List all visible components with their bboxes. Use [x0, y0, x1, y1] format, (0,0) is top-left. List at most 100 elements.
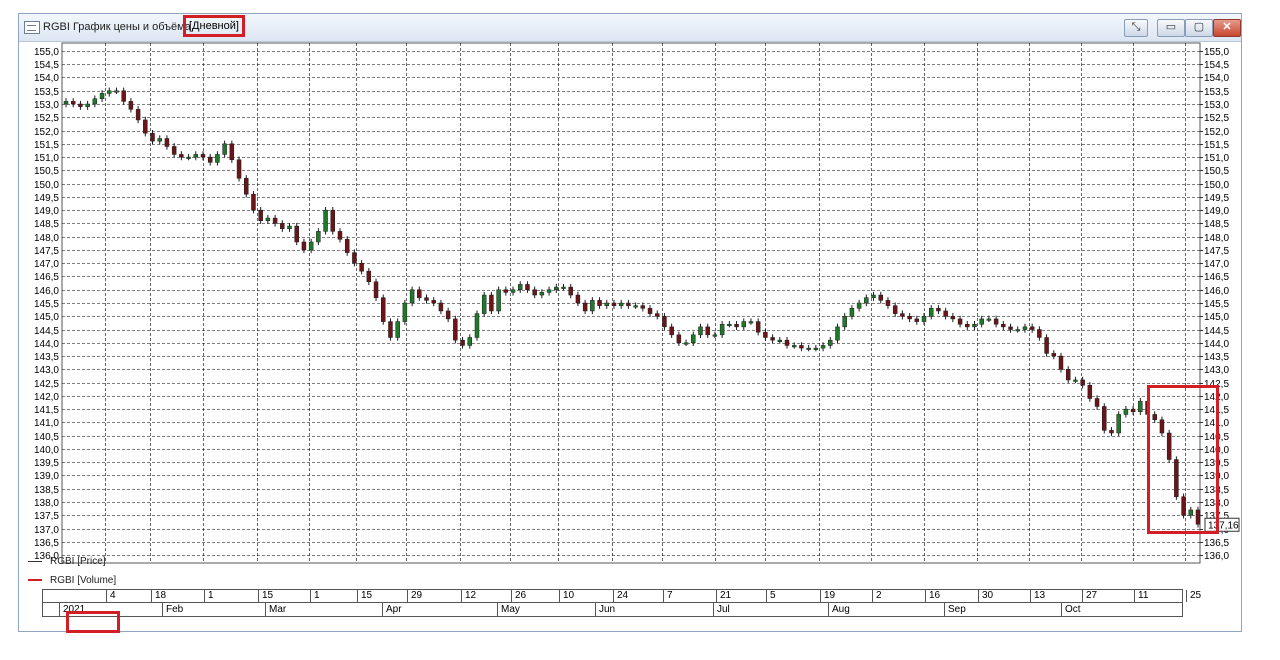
y-tick-label-left: 147,0 — [34, 259, 59, 270]
candle-body — [179, 154, 184, 158]
candle-body — [445, 310, 451, 320]
y-tick-label-right: 147,5 — [1204, 246, 1229, 257]
candle-body — [568, 286, 573, 296]
month-label: Oct — [1061, 603, 1081, 616]
candle-body — [734, 323, 739, 328]
y-tick-label-right: 145,0 — [1204, 312, 1229, 323]
candle-body — [92, 98, 98, 105]
y-tick-label-right: 148,5 — [1204, 219, 1229, 230]
candle-body — [481, 294, 487, 314]
candle-body — [157, 138, 162, 142]
candle-body — [806, 347, 811, 350]
candle-body — [914, 318, 920, 322]
candle-body — [395, 321, 400, 338]
candle-body — [842, 316, 847, 328]
date-tick-label: 5 — [766, 590, 776, 602]
candle-body — [1037, 329, 1042, 338]
y-tick-label-left: 154,5 — [34, 60, 59, 71]
candle-body — [359, 262, 364, 272]
candle-body — [330, 209, 336, 232]
candle-body — [1065, 369, 1071, 381]
candle-body — [525, 284, 530, 290]
candle-body — [222, 143, 227, 155]
date-tick-label: 10 — [559, 590, 574, 602]
date-tick-label: 7 — [663, 590, 673, 602]
candle-body — [655, 313, 660, 317]
candle-body — [871, 294, 876, 298]
candle-body — [164, 138, 170, 147]
candle-body — [539, 292, 545, 296]
y-tick-label-left: 151,5 — [34, 140, 59, 151]
candle-body — [993, 318, 999, 325]
candle-body — [107, 90, 112, 94]
month-label: Jun — [595, 603, 615, 616]
candle-body — [337, 231, 343, 240]
candle-body — [1001, 323, 1006, 328]
candle-body — [287, 225, 292, 229]
candle-body — [1102, 406, 1107, 431]
time-axis[interactable]: 4 18 1 15 1 15 29 12 26 10 24 7 21 5 19 2 16 30 13 27 11 25 2… — [42, 589, 1201, 617]
candle-body — [921, 316, 927, 322]
candle-body — [1073, 379, 1078, 382]
candle-body — [554, 286, 559, 290]
candle-body — [885, 300, 891, 306]
candle-body — [1029, 326, 1035, 330]
candle-body — [719, 323, 725, 336]
candle-body — [864, 297, 869, 304]
legend-volume-label: RGBI [Volume] — [50, 575, 117, 586]
candle-body — [1116, 414, 1121, 434]
candle-body — [373, 281, 379, 298]
y-tick-label-left: 143,5 — [34, 352, 59, 363]
y-tick-label-left: 153,5 — [34, 87, 59, 98]
candle-body — [121, 90, 126, 102]
y-tick-label-right: 143,5 — [1204, 352, 1229, 363]
candle-body — [1087, 384, 1093, 399]
candle-body — [676, 334, 682, 344]
month-label: May — [497, 603, 520, 616]
date-tick-label: 25 — [1186, 590, 1201, 602]
candle-body — [957, 318, 963, 325]
candle-body — [1123, 408, 1129, 415]
candle-body — [763, 331, 768, 338]
y-tick-label-right: 155,0 — [1204, 47, 1229, 58]
price-legend-line — [28, 560, 42, 562]
candle-body — [986, 318, 992, 321]
candle-body — [402, 302, 408, 322]
candle-body — [755, 321, 761, 333]
month-label: Apr — [382, 603, 402, 616]
y-tick-label-right: 146,5 — [1204, 272, 1229, 283]
candle-body — [618, 302, 624, 306]
candle-body — [200, 154, 206, 158]
candle-body — [1130, 408, 1136, 413]
candle-body — [63, 101, 69, 105]
candle-body — [849, 308, 855, 317]
date-tick-label: 4 — [106, 590, 116, 602]
candle-body — [467, 337, 473, 346]
legend-volume: RGBI [Volume] — [28, 575, 116, 586]
candle-body — [712, 334, 718, 337]
candle-body — [280, 223, 285, 229]
candle-body — [828, 339, 833, 346]
date-tick-label: 13 — [1030, 590, 1045, 602]
month-label: Jul — [713, 603, 730, 616]
candle-body — [1051, 353, 1057, 357]
price-chart[interactable]: 155,0 155,0 154,5 154,5 154,0 154,0 153,5 153,5… — [0, 0, 1280, 660]
y-tick-label-right: 144,0 — [1204, 339, 1229, 350]
candle-body — [1015, 329, 1020, 332]
date-tick-label: 24 — [613, 590, 628, 602]
y-tick-label-left: 140,5 — [34, 432, 59, 443]
y-tick-label-right: 151,5 — [1204, 140, 1229, 151]
date-tick-label: 27 — [1082, 590, 1097, 602]
candle-body — [1044, 337, 1049, 354]
date-tick-label: 18 — [151, 590, 166, 602]
candle-body — [431, 300, 436, 304]
candle-body — [186, 156, 191, 159]
candle-body — [965, 323, 970, 328]
candle-body — [698, 326, 703, 336]
candle-body — [835, 326, 840, 341]
candle-body — [748, 321, 754, 324]
candle-body — [799, 345, 804, 349]
candle-body — [258, 209, 263, 222]
candle-body — [229, 143, 235, 160]
candle-body — [352, 252, 357, 264]
